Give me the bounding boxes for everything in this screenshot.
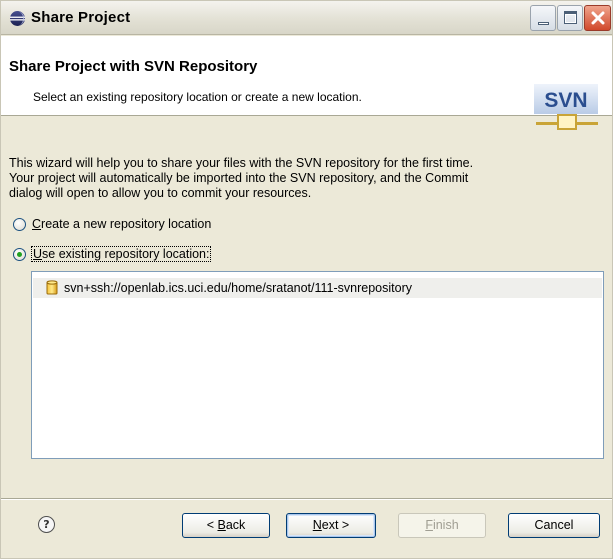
button-bar-divider-highlight [1, 499, 612, 500]
radio-button[interactable] [13, 217, 26, 231]
maximize-button[interactable] [557, 5, 583, 31]
database-icon [46, 280, 58, 295]
minimize-button[interactable] [530, 5, 556, 31]
svn-logo-icon: SVN [534, 84, 598, 130]
create-new-location-label: Create a new repository location [32, 217, 212, 231]
create-new-location-radio[interactable]: Create a new repository location [13, 215, 211, 233]
repository-list-item[interactable]: svn+ssh://openlab.ics.uci.edu/home/srata… [33, 278, 602, 298]
share-project-dialog: Share Project Share Project with SVN Rep… [0, 0, 613, 559]
close-button[interactable] [584, 5, 611, 31]
minimize-icon [538, 22, 549, 25]
window-title: Share Project [31, 9, 131, 26]
next-button[interactable]: Next > [286, 513, 376, 538]
svn-logo-text: SVN [544, 89, 587, 112]
title-bar[interactable]: Share Project [1, 1, 612, 35]
close-icon [591, 11, 605, 25]
cancel-button[interactable]: Cancel [508, 513, 600, 538]
use-existing-location-label: Use existing repository location: [30, 246, 212, 262]
radio-button[interactable] [13, 247, 26, 261]
maximize-icon [564, 11, 577, 24]
help-icon[interactable]: ? [38, 516, 55, 533]
intro-line: This wizard will help you to share your … [9, 156, 474, 170]
page-title: Share Project with SVN Repository [9, 58, 258, 75]
repository-list[interactable]: svn+ssh://openlab.ics.uci.edu/home/srata… [31, 271, 604, 459]
eclipse-icon [10, 11, 25, 26]
wizard-header: Share Project with SVN Repository Select… [1, 36, 612, 130]
intro-line: dialog will open to allow you to commit … [9, 186, 312, 200]
finish-button[interactable]: Finish [398, 513, 486, 538]
use-existing-location-radio[interactable]: Use existing repository location: [13, 245, 212, 263]
intro-line: Your project will automatically be impor… [9, 171, 469, 185]
repository-url: svn+ssh://openlab.ics.uci.edu/home/srata… [64, 281, 412, 295]
page-description: Select an existing repository location o… [33, 90, 362, 104]
back-button[interactable]: < Back [182, 513, 270, 538]
wizard-intro-text: This wizard will help you to share your … [9, 156, 604, 201]
